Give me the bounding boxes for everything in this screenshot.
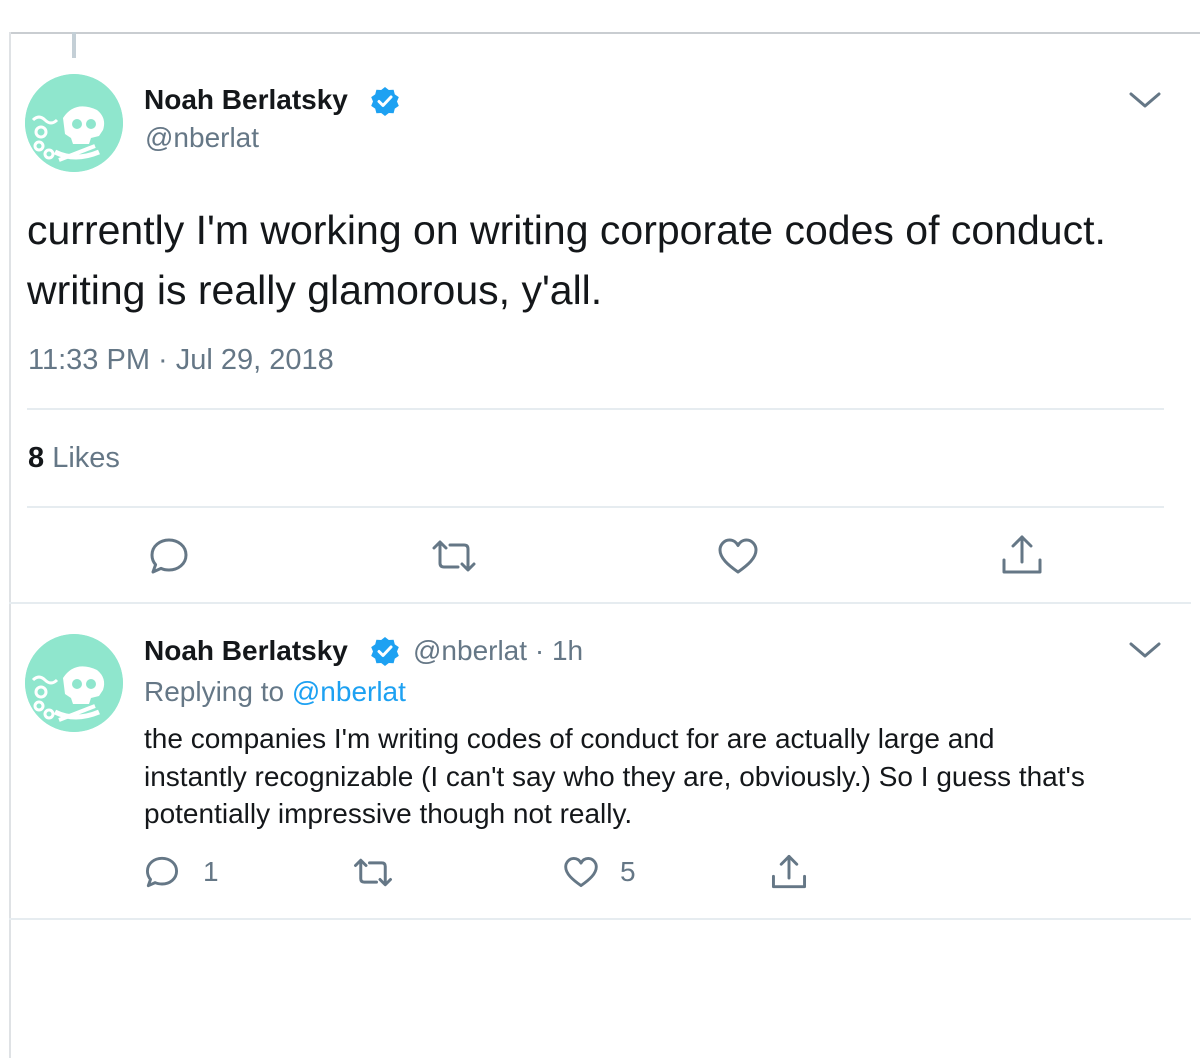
chevron-down-icon[interactable] (1128, 640, 1162, 660)
retweet-icon[interactable] (352, 855, 394, 890)
tweet-time: 11:33 PM (28, 344, 150, 376)
author-avatar[interactable] (25, 74, 123, 172)
author-name[interactable]: Noah Berlatsky (144, 84, 348, 116)
divider (27, 408, 1164, 410)
divider (27, 506, 1164, 508)
tweet-text: currently I'm working on writing corpora… (27, 200, 1187, 320)
likes-stat[interactable]: 8 Likes (28, 442, 120, 475)
tweet-text-line: writing is really glamorous, y'all. (27, 267, 603, 313)
reply-text-line: instantly recognizable (I can't say who … (144, 760, 1085, 792)
reply-author-handle[interactable]: @nberlat (413, 635, 527, 666)
replying-mention[interactable]: @nberlat (292, 676, 406, 707)
replying-to: Replying to @nberlat (144, 676, 406, 708)
reply-author-avatar[interactable] (25, 634, 123, 732)
reply-text: the companies I'm writing codes of condu… (144, 720, 1184, 833)
likes-count: 8 (28, 442, 45, 474)
skull-avatar-icon (25, 74, 123, 172)
verified-badge-icon (371, 637, 399, 666)
thread-connector-line (72, 32, 76, 58)
share-icon[interactable] (1000, 532, 1044, 578)
reply-age[interactable]: 1h (552, 635, 583, 666)
verified-badge-icon (371, 87, 399, 116)
tweet-text-line: currently I'm working on writing corpora… (27, 207, 1106, 253)
heart-icon[interactable] (562, 855, 600, 889)
timestamp-separator: · (158, 344, 168, 376)
tweet-date: Jul 29, 2018 (175, 344, 334, 376)
reply-text-line: the companies I'm writing codes of condu… (144, 723, 995, 754)
author-handle[interactable]: @nberlat (145, 122, 259, 154)
reply-icon[interactable] (144, 854, 180, 890)
reply-count: 1 (203, 856, 219, 887)
heart-icon[interactable] (716, 536, 760, 576)
share-icon[interactable] (770, 852, 808, 892)
divider (9, 918, 1191, 920)
reply-text-line: potentially impressive though not really… (144, 798, 633, 829)
likes-label: Likes (52, 442, 120, 474)
replying-prefix: Replying to (144, 676, 285, 707)
skull-avatar-icon (25, 634, 123, 732)
meta-separator: · (534, 635, 545, 666)
window-left-border (0, 32, 11, 1058)
divider (9, 602, 1191, 604)
like-count: 5 (620, 856, 636, 887)
reply-author-name[interactable]: Noah Berlatsky (144, 635, 348, 667)
reply-meta: @nberlat · 1h (413, 635, 583, 667)
window-top-border (0, 0, 1200, 34)
chevron-down-icon[interactable] (1128, 90, 1162, 110)
retweet-icon[interactable] (430, 536, 478, 576)
reply-icon[interactable] (148, 535, 190, 577)
tweet-timestamp[interactable]: 11:33 PM · Jul 29, 2018 (28, 344, 334, 377)
